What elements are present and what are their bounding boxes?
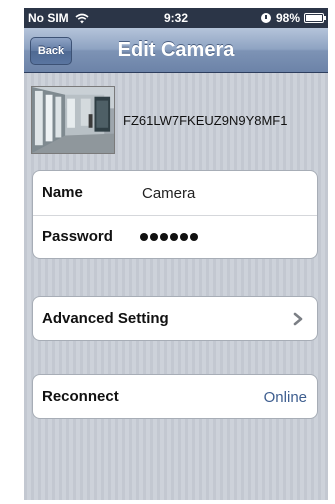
status-right: 98% — [260, 11, 326, 25]
advanced-setting-row[interactable]: Advanced Setting — [33, 297, 317, 340]
rotation-lock-icon — [260, 13, 271, 23]
reconnect-group: Reconnect Online — [32, 374, 318, 419]
connection-status: Online — [263, 389, 307, 406]
battery-level-fill — [306, 15, 322, 21]
password-mask-dot — [160, 233, 168, 241]
password-mask-dot — [180, 233, 188, 241]
battery-icon — [304, 13, 326, 23]
camera-id: FZ61LW7FKEUZ9N9Y8MF1 — [123, 113, 288, 128]
advanced-setting-group: Advanced Setting — [32, 296, 318, 341]
name-field[interactable]: Camera — [142, 185, 195, 202]
battery-percent: 98% — [275, 11, 300, 25]
password-mask-dot — [150, 233, 158, 241]
password-row[interactable]: Password — [33, 215, 317, 258]
reconnect-row[interactable]: Reconnect Online — [33, 375, 317, 418]
password-label: Password — [42, 228, 113, 245]
advanced-setting-label: Advanced Setting — [42, 310, 169, 327]
password-field[interactable] — [140, 233, 200, 241]
name-row[interactable]: Name Camera — [33, 171, 317, 216]
name-label: Name — [42, 184, 83, 201]
page-title: Edit Camera — [117, 39, 235, 61]
password-mask-dot — [170, 233, 178, 241]
camera-snapshot-thumbnail[interactable] — [31, 86, 115, 154]
status-bar: No SIM 9:32 98% — [24, 8, 328, 28]
password-mask-dot — [190, 233, 198, 241]
chevron-right-icon — [293, 312, 303, 326]
reconnect-label: Reconnect — [42, 388, 119, 405]
password-mask-dot — [140, 233, 148, 241]
camera-info-group: Name Camera Password — [32, 170, 318, 259]
navigation-bar: Back Edit Camera — [24, 28, 328, 73]
phone-screen: No SIM 9:32 98% Back Edit Camera FZ61LW7… — [24, 8, 328, 500]
camera-header: FZ61LW7FKEUZ9N9Y8MF1 — [31, 86, 326, 154]
